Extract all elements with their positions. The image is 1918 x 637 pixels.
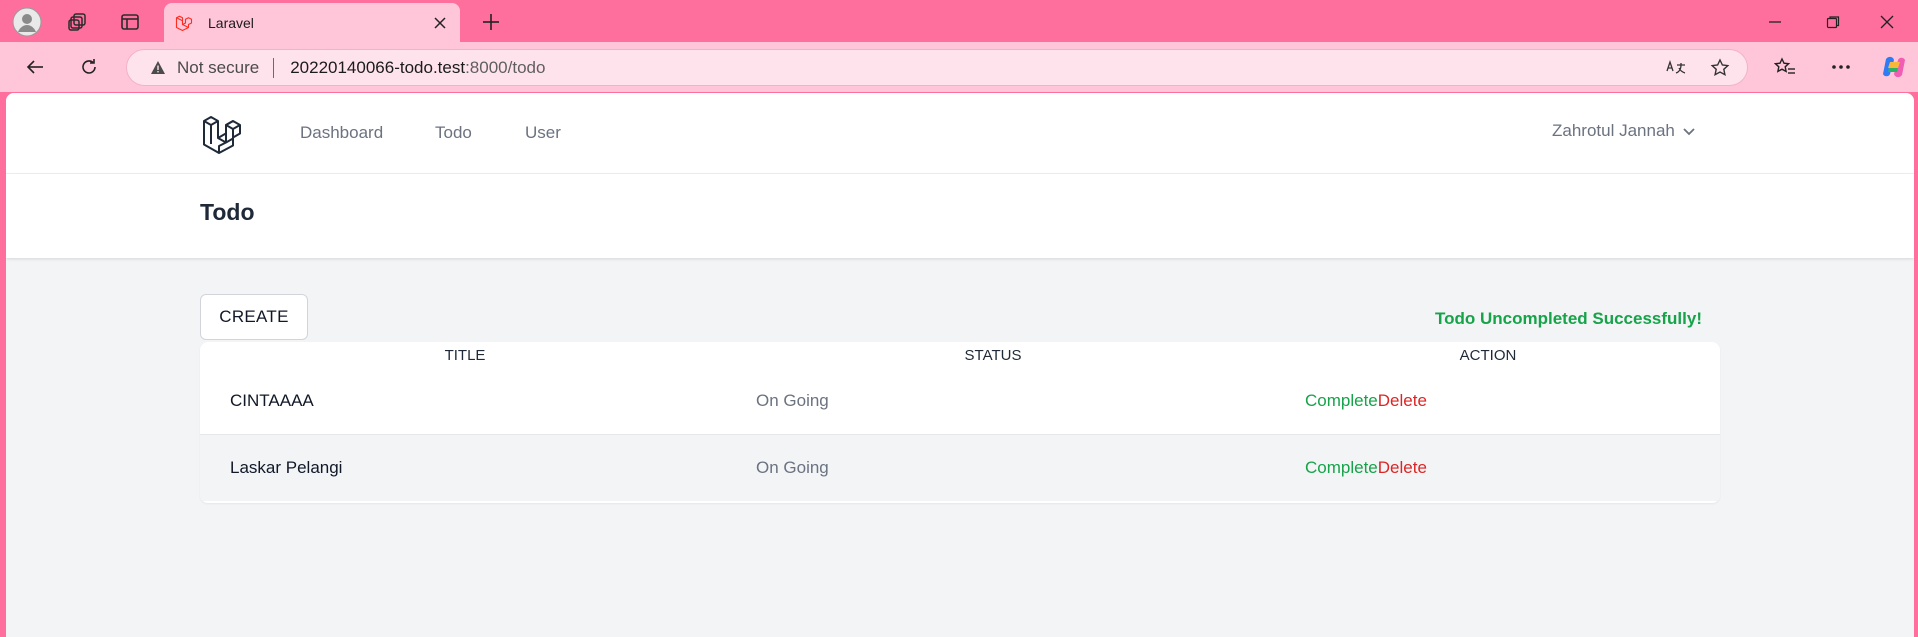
laravel-logo-icon[interactable] — [202, 113, 246, 155]
column-header-title: TITLE — [444, 346, 486, 364]
create-button[interactable]: CREATE — [200, 294, 308, 340]
tab-title: Laravel — [208, 14, 254, 31]
complete-button[interactable]: Complete — [1305, 391, 1378, 410]
reload-icon[interactable] — [74, 52, 104, 82]
browser-toolbar: Not secure 20220140066-todo.test:8000/to… — [0, 42, 1918, 92]
new-tab-icon[interactable] — [476, 7, 506, 37]
browser-tab-bar: Laravel — [0, 0, 1918, 42]
todo-title: Laskar Pelangi — [230, 458, 343, 477]
favorites-icon[interactable] — [1770, 52, 1800, 82]
workspaces-icon[interactable] — [64, 8, 92, 36]
copilot-icon[interactable] — [1878, 51, 1910, 83]
user-name: Zahrotul Jannah — [1552, 121, 1675, 140]
back-icon[interactable] — [20, 52, 50, 82]
laravel-favicon-icon — [174, 13, 194, 33]
url-text[interactable]: 20220140066-todo.test:8000/todo — [290, 58, 545, 78]
top-navigation: Dashboard Todo User Zahrotul Jannah — [6, 93, 1914, 174]
todo-actions: CompleteDelete — [1256, 368, 1720, 435]
complete-button[interactable]: Complete — [1305, 458, 1378, 477]
read-aloud-translate-icon[interactable] — [1663, 55, 1689, 81]
column-header-action: ACTION — [1459, 346, 1517, 364]
vertical-tabs-icon[interactable] — [116, 8, 144, 36]
todo-status: On Going — [756, 458, 829, 477]
user-dropdown[interactable]: Zahrotul Jannah — [1552, 121, 1695, 141]
page-header: Todo — [6, 174, 1914, 258]
todo-table: TITLE STATUS ACTION CINTAAAA On Going Co… — [200, 342, 1720, 503]
browser-tab[interactable]: Laravel — [164, 3, 460, 42]
tab-close-icon[interactable] — [426, 9, 454, 37]
table-row: Laskar Pelangi On Going CompleteDelete — [200, 434, 1720, 502]
security-label[interactable]: Not secure — [177, 58, 259, 78]
todo-title: CINTAAAA — [230, 391, 314, 410]
url-path: :8000/todo — [465, 57, 546, 77]
todo-status: On Going — [756, 391, 829, 410]
page-title: Todo — [200, 199, 255, 225]
column-header-status: STATUS — [964, 346, 1022, 364]
todo-actions: CompleteDelete — [1256, 435, 1720, 502]
profile-avatar-icon[interactable] — [10, 5, 44, 39]
table-header: TITLE STATUS ACTION — [200, 342, 1720, 368]
close-window-icon[interactable] — [1872, 8, 1902, 36]
more-options-icon[interactable] — [1826, 52, 1856, 82]
table-row: CINTAAAA On Going CompleteDelete — [200, 368, 1720, 435]
address-bar-actions — [1663, 55, 1733, 81]
nav-link-dashboard[interactable]: Dashboard — [300, 123, 383, 143]
address-separator — [273, 57, 275, 78]
delete-button[interactable]: Delete — [1378, 391, 1427, 410]
flash-message: Todo Uncompleted Successfully! — [1434, 309, 1702, 328]
restore-icon[interactable] — [1818, 8, 1848, 36]
delete-button[interactable]: Delete — [1378, 458, 1427, 477]
favorite-star-icon[interactable] — [1707, 55, 1733, 81]
nav-link-todo[interactable]: Todo — [435, 123, 472, 143]
warning-icon[interactable] — [149, 59, 167, 77]
page-viewport: Dashboard Todo User Zahrotul Jannah Todo… — [6, 93, 1914, 637]
minimize-icon[interactable] — [1760, 8, 1790, 36]
nav-link-user[interactable]: User — [525, 123, 561, 143]
url-host: 20220140066-todo.test — [290, 57, 466, 77]
address-bar[interactable]: Not secure 20220140066-todo.test:8000/to… — [126, 49, 1748, 86]
chevron-down-icon — [1683, 121, 1695, 141]
